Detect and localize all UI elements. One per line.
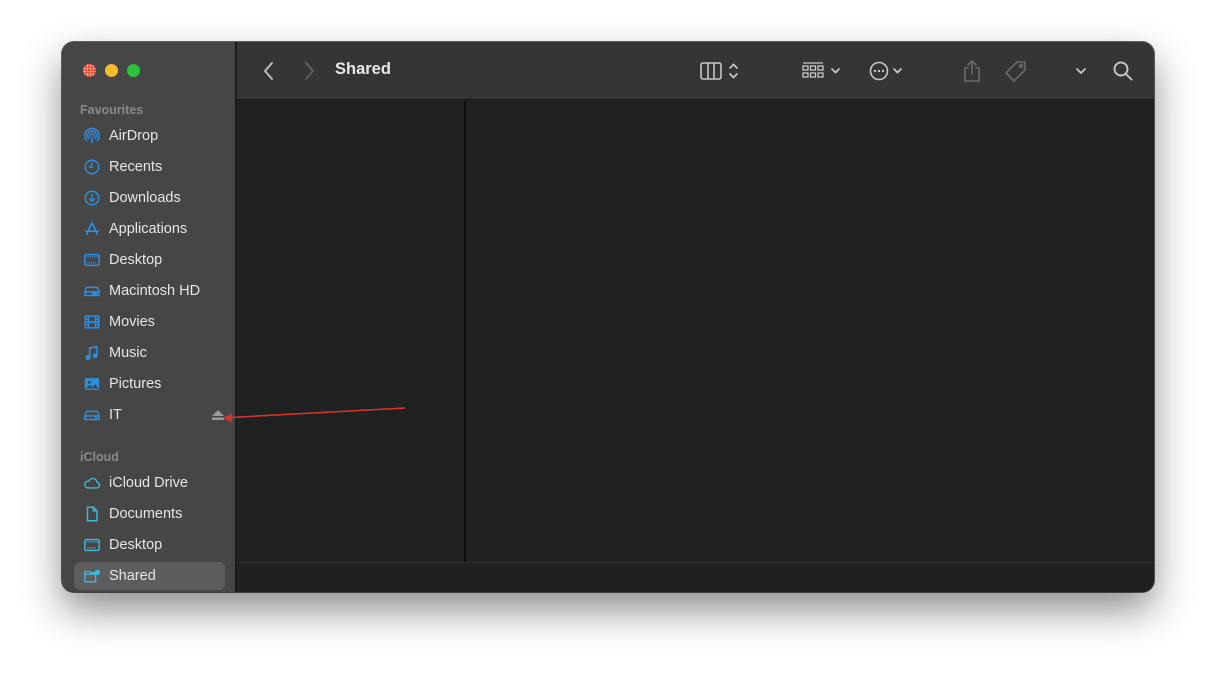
chevron-down-icon <box>893 68 902 74</box>
cloud-icon <box>82 473 102 493</box>
sidebar-item-label: Desktop <box>109 537 163 553</box>
view-mode-button[interactable] <box>699 60 745 82</box>
section-title-icloud: iCloud <box>80 450 119 464</box>
sidebar-item-icloud-drive[interactable]: iCloud Drive <box>74 469 225 497</box>
share-button[interactable] <box>961 58 983 84</box>
sidebar-item-label: Music <box>109 345 147 361</box>
sidebar-item-label: Recents <box>109 159 163 175</box>
sidebar-item-macintosh-hd[interactable]: Macintosh HD <box>74 277 225 305</box>
desktop-icon <box>82 535 102 555</box>
sidebar-item-label: IT <box>109 407 122 423</box>
sidebar-item-music[interactable]: Music <box>74 339 225 367</box>
sidebar-item-airdrop[interactable]: AirDrop <box>74 122 225 150</box>
search-icon <box>1113 61 1133 81</box>
column-resize-divider[interactable] <box>464 101 466 562</box>
more-toolbar-button[interactable] <box>1073 62 1089 80</box>
columns-view-icon <box>700 62 722 80</box>
minimize-window-button[interactable] <box>105 64 118 77</box>
sidebar-item-recents[interactable]: Recents <box>74 153 225 181</box>
tag-button[interactable] <box>1003 59 1029 83</box>
search-button[interactable] <box>1111 59 1135 83</box>
sidebar-item-desktop[interactable]: Desktop <box>74 246 225 274</box>
ellipsis-circle-icon <box>869 61 889 81</box>
download-icon <box>82 188 102 208</box>
sidebar-item-documents[interactable]: Documents <box>74 500 225 528</box>
photo-icon <box>82 374 102 394</box>
sidebar-item-downloads[interactable]: Downloads <box>74 184 225 212</box>
file-browser-columns <box>237 101 1154 562</box>
music-note-icon <box>82 343 102 363</box>
chevron-down-icon <box>1076 68 1086 75</box>
sidebar-item-it[interactable]: IT <box>74 401 225 429</box>
external-drive-icon <box>82 405 102 425</box>
action-button[interactable] <box>867 60 909 82</box>
finder-window: Favourites AirDrop Recents Downloads App… <box>62 42 1154 592</box>
airdrop-icon <box>82 126 102 146</box>
eject-icon[interactable] <box>211 409 225 421</box>
desktop-icon <box>82 250 102 270</box>
document-icon <box>82 504 102 524</box>
sidebar-item-shared[interactable]: Shared <box>74 562 225 590</box>
sidebar-item-movies[interactable]: Movies <box>74 308 225 336</box>
chevron-left-icon <box>264 62 273 80</box>
sidebar-item-label: Movies <box>109 314 155 330</box>
forward-button[interactable] <box>299 60 319 82</box>
sidebar-item-label: iCloud Drive <box>109 475 188 491</box>
back-button[interactable] <box>259 60 279 82</box>
hard-drive-icon <box>82 281 102 301</box>
icon-grid-icon <box>802 62 824 78</box>
zoom-window-button[interactable] <box>127 64 140 77</box>
close-window-button[interactable] <box>83 64 96 77</box>
sidebar-item-pictures[interactable]: Pictures <box>74 370 225 398</box>
up-down-chevron-icon <box>729 63 738 79</box>
sidebar-item-label: Shared <box>109 568 156 584</box>
window-controls <box>83 64 140 77</box>
sidebar-item-label: Macintosh HD <box>109 283 201 299</box>
chevron-down-icon <box>831 68 840 74</box>
toolbar: Shared <box>237 42 1154 100</box>
sidebar-item-label: Desktop <box>109 252 163 268</box>
sidebar-item-label: AirDrop <box>109 128 159 144</box>
sidebar-item-label: Pictures <box>109 376 162 392</box>
share-icon <box>964 59 980 82</box>
window-title: Shared <box>335 60 391 78</box>
group-button[interactable] <box>801 60 845 82</box>
chevron-right-icon <box>305 62 314 80</box>
sidebar-item-label: Documents <box>109 506 183 522</box>
section-title-favourites: Favourites <box>80 103 144 117</box>
status-bar <box>237 562 1154 592</box>
sidebar-item-icloud-desktop[interactable]: Desktop <box>74 531 225 559</box>
tag-icon <box>1005 61 1026 82</box>
sidebar: Favourites AirDrop Recents Downloads App… <box>62 42 236 592</box>
applications-icon <box>82 219 102 239</box>
sidebar-item-label: Applications <box>109 221 188 237</box>
clock-icon <box>82 157 102 177</box>
sidebar-item-applications[interactable]: Applications <box>74 215 225 243</box>
sidebar-item-label: Downloads <box>109 190 181 206</box>
film-icon <box>82 312 102 332</box>
shared-folder-icon <box>82 566 102 586</box>
